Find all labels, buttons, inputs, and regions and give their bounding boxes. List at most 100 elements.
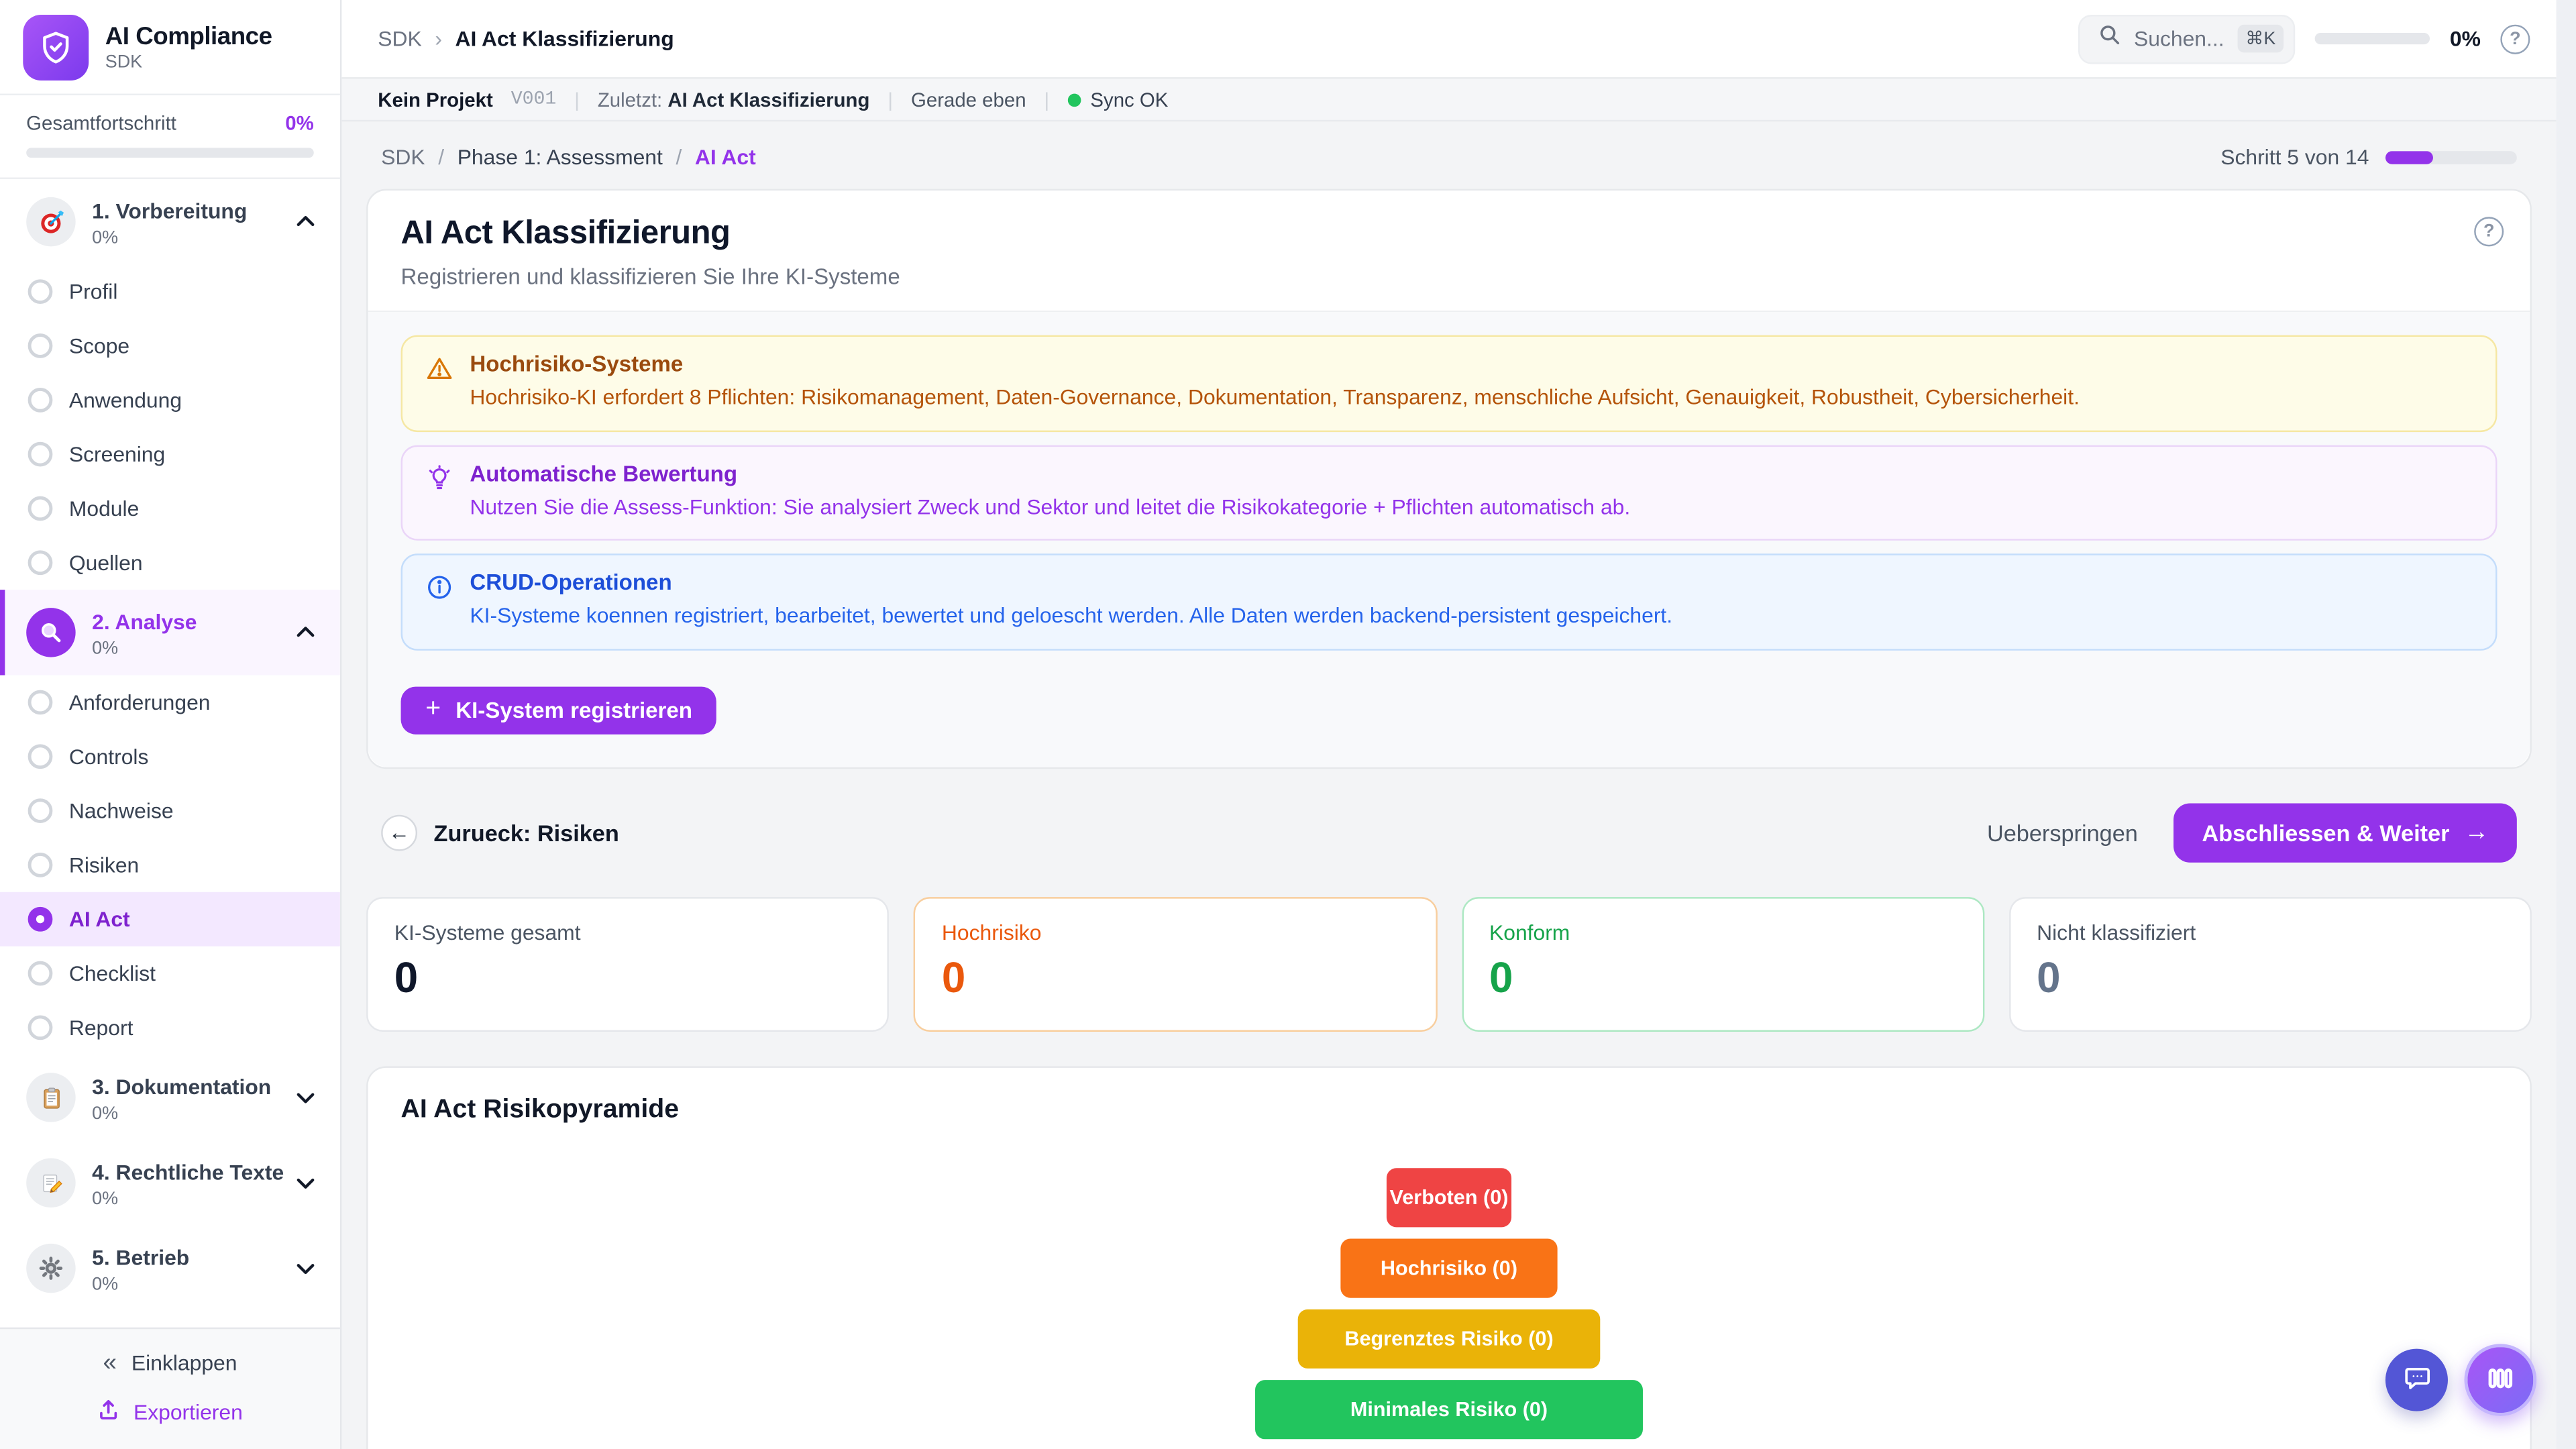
sidebar-section-dokumentation[interactable]: 3. Dokumentation 0% xyxy=(0,1055,340,1140)
section-title: 1. Vorbereitung xyxy=(92,198,247,223)
gear-icon xyxy=(26,1244,75,1293)
section-percent: 0% xyxy=(92,1189,278,1208)
chevron-up-icon xyxy=(294,210,317,233)
floating-action-buttons xyxy=(2385,1344,2536,1416)
radio-icon xyxy=(28,690,53,715)
brand-header: AI Compliance SDK xyxy=(0,0,340,95)
section-percent: 0% xyxy=(92,638,278,657)
page-breadcrumb: SDK / Phase 1: Assessment / AI Act xyxy=(381,145,756,170)
alert-body: KI-Systeme koennen registriert, bearbeit… xyxy=(470,602,1672,631)
overall-progress-bar xyxy=(26,148,314,158)
sidebar-section-analyse[interactable]: 2. Analyse 0% xyxy=(0,590,340,675)
sidebar-item-module[interactable]: Module xyxy=(0,482,340,536)
card-help-icon[interactable]: ? xyxy=(2474,217,2504,246)
stat-ki-systeme-gesamt: KI-Systeme gesamt 0 xyxy=(366,896,889,1031)
sidebar-item-risiken[interactable]: Risiken xyxy=(0,838,340,892)
search-input[interactable]: Suchen... ⌘K xyxy=(2078,14,2296,63)
panel-toggle-fab-button[interactable] xyxy=(2464,1344,2536,1416)
keyboard-shortcut-badge: ⌘K xyxy=(2237,25,2284,53)
app-title: AI Compliance xyxy=(105,22,272,50)
chat-bubble-icon xyxy=(2401,1362,2432,1398)
radio-icon xyxy=(28,550,53,575)
sidebar-item-quellen[interactable]: Quellen xyxy=(0,535,340,590)
main-area: SDK › AI Act Klassifizierung Suchen... ⌘… xyxy=(341,0,2556,1449)
hero-body: Hochrisiko-Systeme Hochrisiko-KI erforde… xyxy=(368,312,2530,766)
section-title: 2. Analyse xyxy=(92,608,197,633)
sidebar-item-checklist[interactable]: Checklist xyxy=(0,947,340,1001)
hero-card: AI Act Klassifizierung Registrieren und … xyxy=(366,189,2532,769)
skip-button[interactable]: Ueberspringen xyxy=(1987,819,2138,845)
breadcrumb-root[interactable]: SDK xyxy=(378,26,421,51)
pyramid-level-minimales-risiko: Minimales Risiko (0) xyxy=(1255,1379,1643,1438)
wizard-nav-row: ← Zurueck: Risiken Ueberspringen Abschli… xyxy=(366,768,2532,862)
overall-progress-value: 0% xyxy=(285,112,313,135)
page-breadcrumb-row: SDK / Phase 1: Assessment / AI Act Schri… xyxy=(366,121,2532,189)
info-circle-icon xyxy=(425,570,453,631)
risk-pyramid-card: AI Act Risikopyramide Verboten (0) Hochr… xyxy=(366,1066,2532,1449)
arrow-right-icon: → xyxy=(2464,820,2489,845)
sidebar-item-screening[interactable]: Screening xyxy=(0,427,340,482)
clipboard-icon xyxy=(26,1073,75,1122)
hero-header: AI Act Klassifizierung Registrieren und … xyxy=(368,191,2530,312)
sidebar-section-betrieb[interactable]: 5. Betrieb 0% xyxy=(0,1226,340,1311)
stat-label: Konform xyxy=(1489,920,1956,945)
columns-icon xyxy=(2484,1361,2517,1399)
crumb-phase[interactable]: Phase 1: Assessment xyxy=(458,145,663,170)
radio-icon xyxy=(28,961,53,986)
topbar: SDK › AI Act Klassifizierung Suchen... ⌘… xyxy=(341,0,2556,79)
radio-selected-icon xyxy=(28,907,53,932)
help-icon[interactable]: ? xyxy=(2500,24,2530,54)
sidebar-section-vorbereitung[interactable]: 1. Vorbereitung 0% xyxy=(0,179,340,264)
register-ki-system-button[interactable]: + KI-System registrieren xyxy=(401,686,717,734)
stat-value: 0 xyxy=(942,953,1409,1004)
header-progress-value: 0% xyxy=(2450,26,2481,51)
export-button[interactable]: Exportieren xyxy=(97,1398,243,1426)
sidebar-nav: 1. Vorbereitung 0% Profil Scope Anwendun… xyxy=(0,179,340,1328)
stat-value: 0 xyxy=(2037,953,2504,1004)
radio-icon xyxy=(28,496,53,521)
radio-icon xyxy=(28,798,53,823)
pyramid-title: AI Act Risikopyramide xyxy=(401,1095,2498,1125)
sidebar-item-profil[interactable]: Profil xyxy=(0,264,340,319)
version-badge: V001 xyxy=(511,89,557,110)
crumb-sdk[interactable]: SDK xyxy=(381,145,425,170)
last-saved-time: Gerade eben xyxy=(911,88,1026,111)
sidebar-item-anforderungen[interactable]: Anforderungen xyxy=(0,676,340,730)
radio-icon xyxy=(28,1015,53,1040)
section-title: 3. Dokumentation xyxy=(92,1073,271,1098)
stat-label: Nicht klassifiziert xyxy=(2037,920,2504,945)
chat-fab-button[interactable] xyxy=(2385,1349,2448,1411)
chevron-up-icon xyxy=(294,621,317,644)
section-percent: 0% xyxy=(92,1274,278,1293)
pencil-icon xyxy=(26,1159,75,1208)
radio-icon xyxy=(28,442,53,467)
search-placeholder: Suchen... xyxy=(2134,26,2224,51)
pyramid-level-verboten: Verboten (0) xyxy=(1387,1167,1511,1226)
sync-status: Sync OK xyxy=(1067,88,1168,111)
back-button[interactable]: ← Zurueck: Risiken xyxy=(381,814,619,851)
risk-pyramid-chart: Verboten (0) Hochrisiko (0) Begrenztes R… xyxy=(401,1167,2498,1438)
double-chevron-left-icon: « xyxy=(103,1349,116,1377)
collapse-sidebar-button[interactable]: « Einklappen xyxy=(103,1349,237,1377)
sidebar-item-anwendung[interactable]: Anwendung xyxy=(0,373,340,427)
plus-icon: + xyxy=(425,697,441,723)
sync-ok-dot-icon xyxy=(1067,93,1081,106)
crumb-current: AI Act xyxy=(695,145,756,170)
step-label: Schritt 5 von 14 xyxy=(2220,145,2369,170)
step-progress: Schritt 5 von 14 xyxy=(2220,145,2517,170)
sidebar-item-report[interactable]: Report xyxy=(0,1000,340,1055)
stat-label: KI-Systeme gesamt xyxy=(394,920,861,945)
radio-icon xyxy=(28,744,53,769)
shield-check-logo-icon xyxy=(23,14,89,80)
sidebar-item-controls[interactable]: Controls xyxy=(0,729,340,784)
app-window: AI Compliance SDK Gesamtfortschritt 0% xyxy=(0,0,2557,1449)
sidebar-item-ai-act[interactable]: AI Act xyxy=(0,892,340,947)
sidebar-item-scope[interactable]: Scope xyxy=(0,319,340,373)
finish-next-button[interactable]: Abschliessen & Weiter → xyxy=(2174,803,2517,862)
chevron-right-icon: › xyxy=(435,26,442,51)
search-icon xyxy=(2098,23,2121,54)
sidebar-section-rechtliche-texte[interactable]: 4. Rechtliche Texte 0% xyxy=(0,1140,340,1226)
chevron-down-icon xyxy=(294,1171,317,1194)
sidebar-item-nachweise[interactable]: Nachweise xyxy=(0,784,340,838)
stat-nicht-klassifiziert: Nicht klassifiziert 0 xyxy=(2008,896,2531,1031)
